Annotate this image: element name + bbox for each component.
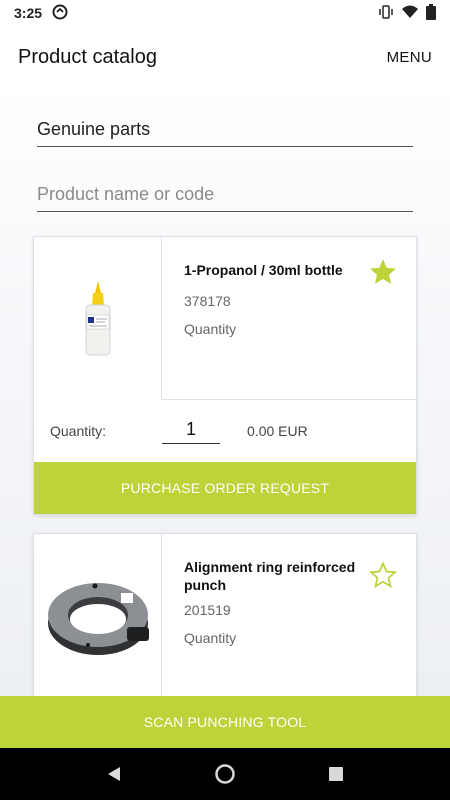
- catalog-content[interactable]: Genuine parts Product name or code 1-Pro…: [0, 88, 450, 696]
- recents-icon[interactable]: [327, 765, 345, 783]
- wifi-icon: [402, 5, 418, 22]
- sync-circle-icon: [52, 4, 68, 23]
- scan-punching-tool-button[interactable]: SCAN PUNCHING TOOL: [0, 696, 450, 748]
- product-card: Alignment ring reinforced punch 201519 Q…: [33, 533, 417, 696]
- star-outline-icon[interactable]: [368, 560, 398, 590]
- product-card: 1-Propanol / 30ml bottle 378178 Quantity…: [33, 236, 417, 515]
- product-image[interactable]: [34, 534, 162, 696]
- app-bar: Product catalog MENU: [0, 26, 450, 88]
- battery-icon: [426, 3, 436, 23]
- quantity-row-label: Quantity:: [50, 423, 107, 439]
- search-input[interactable]: Product name or code: [37, 184, 413, 212]
- category-value: Genuine parts: [37, 119, 151, 139]
- product-name: 1-Propanol / 30ml bottle: [184, 262, 343, 278]
- purchase-order-request-button[interactable]: PURCHASE ORDER REQUEST: [34, 462, 416, 514]
- system-nav-bar: [0, 748, 450, 800]
- bottle-image: [85, 280, 110, 355]
- product-image[interactable]: [34, 237, 162, 400]
- status-bar: 3:25: [0, 0, 450, 26]
- product-info[interactable]: Alignment ring reinforced punch 201519 Q…: [162, 534, 416, 696]
- vibrate-icon: [378, 4, 394, 22]
- menu-button[interactable]: MENU: [387, 49, 432, 66]
- back-icon[interactable]: [105, 765, 123, 783]
- product-code: 201519: [184, 602, 231, 618]
- product-quantity-label: Quantity: [184, 630, 237, 646]
- home-icon[interactable]: [214, 763, 236, 785]
- status-time: 3:25: [14, 5, 43, 21]
- search-placeholder: Product name or code: [37, 184, 215, 204]
- product-quantity-label: Quantity: [184, 321, 237, 337]
- alignment-ring-image: [47, 582, 149, 655]
- category-select[interactable]: Genuine parts: [37, 119, 413, 147]
- product-code: 378178: [184, 293, 231, 309]
- quantity-input[interactable]: 1: [162, 419, 221, 444]
- product-info[interactable]: 1-Propanol / 30ml bottle 378178 Quantity: [162, 237, 416, 400]
- quantity-row: Quantity: 1 0.00 EUR: [34, 400, 416, 462]
- star-filled-icon[interactable]: [368, 257, 398, 287]
- page-title: Product catalog: [18, 45, 157, 68]
- price-label: 0.00 EUR: [247, 423, 308, 439]
- product-name: Alignment ring reinforced punch: [184, 559, 356, 593]
